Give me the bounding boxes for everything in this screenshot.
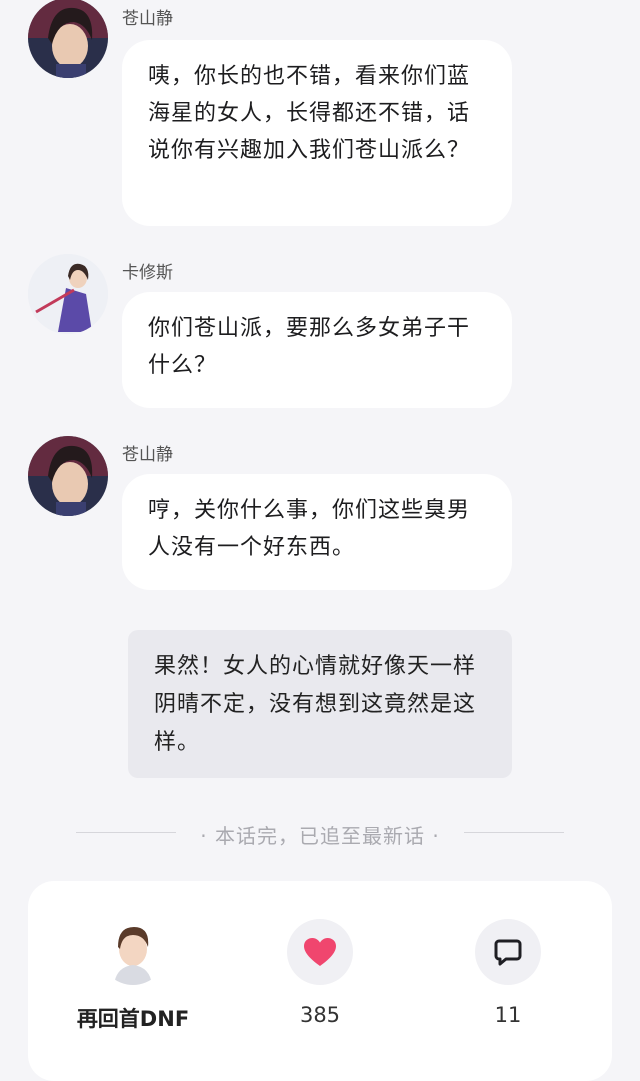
author-name[interactable]: 再回首DNF [58, 1003, 208, 1033]
comment-button[interactable]: 11 [458, 919, 558, 1027]
like-count: 385 [299, 1003, 341, 1027]
avatar-cangshanjing[interactable] [28, 436, 108, 516]
chapter-end-divider: · 本话完，已追至最新话 · [0, 820, 640, 848]
like-button[interactable]: 385 [270, 919, 370, 1027]
narration-box: 果然！女人的心情就好像天一样阴晴不定，没有想到这竟然是这样。 [128, 630, 512, 778]
message-bubble: 哼，关你什么事，你们这些臭男人没有一个好东西。 [122, 474, 512, 590]
speaker-name: 苍山静 [122, 9, 173, 29]
comment-count: 11 [494, 1003, 522, 1027]
chapter-end-text: · 本话完，已追至最新话 · [200, 824, 440, 848]
message-bubble: 咦，你长的也不错，看来你们蓝海星的女人，长得都还不错，话说你有兴趣加入我们苍山派… [122, 40, 512, 226]
comment-icon [494, 939, 522, 966]
avatar-cangshanjing[interactable] [28, 0, 108, 78]
message-bubble: 你们苍山派，要那么多女弟子干什么？ [122, 292, 512, 408]
author-profile[interactable]: 再回首DNF [58, 919, 208, 1033]
author-avatar[interactable] [100, 919, 166, 985]
speaker-name: 卡修斯 [122, 263, 173, 283]
heart-icon [304, 938, 336, 966]
avatar-kaxiusi[interactable] [28, 254, 108, 334]
speaker-name: 苍山静 [122, 445, 173, 465]
divider-rule [464, 832, 564, 833]
action-card: 再回首DNF 385 11 [28, 881, 612, 1081]
like-circle[interactable] [287, 919, 353, 985]
comment-circle[interactable] [475, 919, 541, 985]
